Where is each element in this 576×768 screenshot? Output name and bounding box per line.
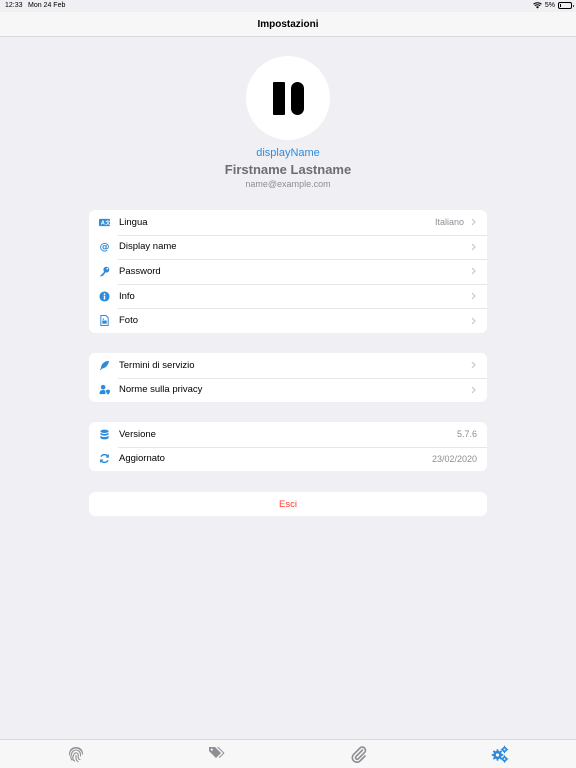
svg-text:@: @: [99, 243, 109, 253]
row-version-value: 5.7.6: [456, 429, 477, 440]
chevron-right-icon: [471, 218, 477, 226]
row-terms-label: Termini di servizio: [119, 359, 195, 371]
tags-icon: [209, 747, 225, 758]
avatar-logo-pill: [290, 81, 304, 115]
row-privacy-label: Norme sulla privacy: [119, 384, 203, 396]
paperclip-icon: [351, 746, 367, 763]
tab-attachments[interactable]: [349, 745, 369, 763]
row-language-value: Italiano: [434, 217, 464, 228]
cogs-icon: [491, 745, 509, 763]
key-icon: [98, 265, 110, 277]
full-name: Firstname Lastname: [224, 162, 352, 177]
chevron-right-icon: [471, 243, 477, 251]
row-photo-label: Foto: [119, 315, 139, 327]
row-password[interactable]: Password: [89, 259, 487, 284]
tab-settings[interactable]: [490, 745, 510, 763]
photo-file-icon: [98, 315, 110, 327]
settings-section-legal: Termini di servizio Norme sulla privacy: [89, 353, 487, 403]
sync-icon: [98, 453, 110, 465]
status-time: 12:33: [5, 2, 23, 9]
tab-fingerprint[interactable]: [66, 745, 86, 763]
user-shield-icon: [98, 384, 110, 396]
chevron-right-icon: [471, 317, 477, 325]
settings-section-account: A文 Lingua Italiano @ Display name Passwo…: [89, 210, 487, 333]
chevron-right-icon: [471, 361, 477, 369]
row-info-label: Info: [119, 290, 135, 302]
chevron-right-icon: [471, 292, 477, 300]
feather-icon: [98, 359, 110, 371]
battery-icon: [558, 2, 574, 9]
svg-text:文: 文: [105, 219, 110, 226]
display-name[interactable]: displayName: [0, 147, 576, 159]
row-updated-value: 23/02/2020: [431, 453, 477, 464]
tab-bar: [0, 739, 576, 768]
email: name@example.com: [245, 179, 331, 189]
row-language[interactable]: A文 Lingua Italiano: [89, 210, 487, 235]
chevron-right-icon: [471, 267, 477, 275]
settings-section-version: Versione 5.7.6 Aggiornato 23/02/2020: [89, 422, 487, 472]
row-language-label: Lingua: [119, 216, 148, 228]
chevron-right-icon: [471, 386, 477, 394]
row-version-label: Versione: [119, 428, 156, 440]
status-right: 5%: [533, 2, 574, 9]
row-info[interactable]: Info: [89, 283, 487, 309]
at-icon: @: [98, 241, 110, 253]
battery-percent: 5%: [544, 2, 555, 9]
row-terms[interactable]: Termini di servizio: [89, 353, 487, 378]
row-version: Versione 5.7.6: [89, 422, 487, 447]
status-bar: 12:33 Mon 24 Feb 5%: [0, 0, 576, 12]
database-icon: [98, 428, 110, 440]
wifi-icon: [533, 2, 542, 9]
avatar[interactable]: [246, 56, 330, 140]
row-display-name-label: Display name: [119, 241, 177, 253]
avatar-logo-bar: [272, 81, 285, 115]
row-privacy[interactable]: Norme sulla privacy: [89, 377, 487, 403]
row-password-label: Password: [119, 265, 161, 277]
fingerprint-icon: [68, 747, 84, 763]
language-icon: A文: [98, 216, 110, 228]
navigation-bar: Impostazioni: [0, 12, 576, 37]
row-updated: Aggiornato 23/02/2020: [89, 446, 487, 472]
row-photo[interactable]: Foto: [89, 308, 487, 333]
tab-tags[interactable]: [207, 745, 227, 763]
page-title: Impostazioni: [257, 18, 319, 30]
status-date: Mon 24 Feb: [28, 2, 66, 9]
logout-button[interactable]: Esci: [89, 492, 487, 516]
row-updated-label: Aggiornato: [119, 453, 165, 465]
svg-text:A: A: [100, 220, 104, 226]
info-icon: [98, 290, 110, 302]
row-display-name[interactable]: @ Display name: [89, 234, 487, 260]
